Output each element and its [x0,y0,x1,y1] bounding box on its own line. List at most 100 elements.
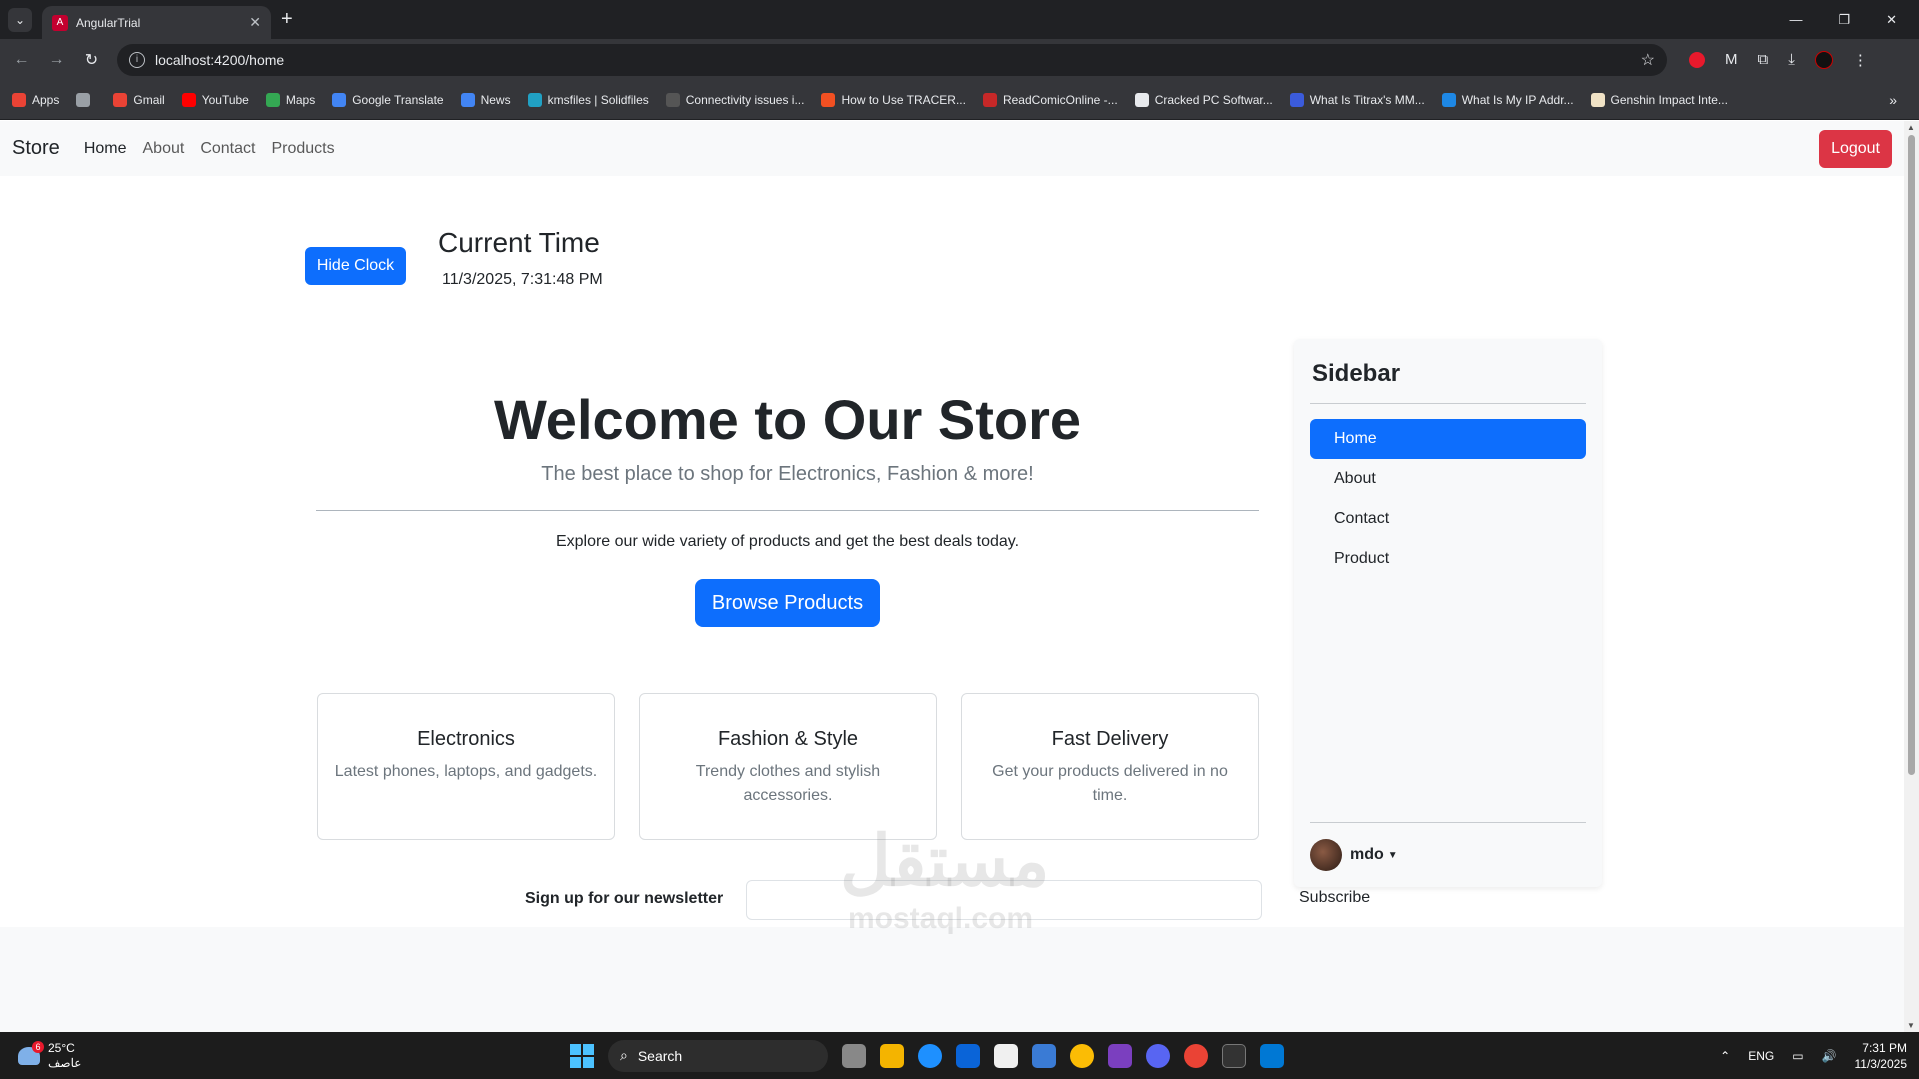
card-title: Fashion & Style [717,728,859,750]
discord-icon[interactable] [1146,1043,1170,1068]
nav-link-home[interactable]: Home [84,140,127,158]
taskbar-search[interactable]: ⌕ Search [608,1039,828,1072]
weather-wind-icon: 6 [18,1040,44,1065]
subscribe-button[interactable]: Subscribe [1299,889,1370,907]
bookmark-tracer[interactable]: How to Use TRACER... [821,92,966,107]
extension-red-icon[interactable] [1689,51,1705,68]
chrome-icon[interactable] [1070,1043,1094,1068]
card-title: Fast Delivery [1051,728,1169,750]
back-arrow-icon[interactable]: ← [4,51,39,69]
hero-description: Explore our wide variety of products and… [555,533,1020,551]
window-controls: — ❐ ✕ [1789,12,1919,28]
bookmark-label: News [480,92,511,107]
chrome-alt-icon[interactable] [1184,1043,1208,1068]
user-name: mdo [1350,846,1384,863]
bookmark-ip[interactable]: What Is My IP Addr... [1441,92,1574,107]
feature-card-delivery: Fast Delivery Get your products delivere… [961,693,1259,840]
forward-arrow-icon[interactable]: → [39,51,74,69]
photos-icon[interactable] [1032,1043,1056,1068]
globe-icon [1441,92,1456,107]
weather-temp: 25°C [48,1040,75,1055]
extensions-puzzle-icon[interactable]: ⧉ [1758,51,1769,68]
navbar-brand[interactable]: Store [12,137,60,160]
bookmark-maps[interactable]: Maps [265,92,316,107]
apps-grid-icon [12,92,26,107]
site-navbar: Store Home About Contact Products Logout [0,121,1904,176]
bookmark-star-icon[interactable]: ☆ [1641,50,1655,70]
bookmark-connectivity[interactable]: Connectivity issues i... [665,92,804,107]
page-icon [1134,92,1149,107]
nav-link-contact[interactable]: Contact [200,140,255,158]
bookmark-label: Google Translate [352,92,444,107]
sidebar-item-product[interactable]: Product [1310,539,1586,579]
scroll-up-icon[interactable]: ▲ [1907,123,1915,132]
scroll-down-icon[interactable]: ▼ [1907,1021,1915,1030]
profile-avatar-icon[interactable] [1814,50,1833,69]
visual-studio-icon[interactable] [1108,1043,1132,1068]
extension-m-icon[interactable]: M [1725,51,1738,68]
tab-search-chevron-icon[interactable]: ⌄ [8,7,32,32]
windows-start-icon[interactable] [570,1043,594,1068]
hide-clock-button[interactable]: Hide Clock [305,247,406,285]
m-letter-icon [1289,92,1304,107]
network-icon[interactable]: ▭ [1792,1049,1803,1063]
sidebar-divider [1310,403,1586,404]
edge-icon[interactable] [918,1043,942,1068]
minimize-icon[interactable]: — [1789,12,1802,28]
address-bar[interactable]: i localhost:4200/home ☆ [117,43,1667,76]
bookmark-label: What Is Titrax's MM... [1309,92,1425,107]
bookmark-cracked[interactable]: Cracked PC Softwar... [1134,92,1273,107]
downloads-icon[interactable]: ⤓ [1788,51,1795,68]
page-scrollbar[interactable]: ▲ ▼ [1904,121,1919,1032]
url-text[interactable]: localhost:4200/home [155,52,1641,68]
grid-icon [76,92,91,107]
bookmark-apps[interactable]: Apps [12,92,59,107]
sidebar-item-home[interactable]: Home [1310,419,1586,459]
browse-products-button[interactable]: Browse Products [694,579,881,628]
sidebar-user-dropdown[interactable]: mdo ▼ [1310,822,1586,871]
sidebar-item-about[interactable]: About [1310,459,1586,499]
taskbar-time: 7:31 PM [1862,1040,1907,1055]
language-indicator[interactable]: ENG [1748,1049,1774,1063]
bookmark-label: kmsfiles | Solidfiles [547,92,649,107]
outlook-icon[interactable] [956,1043,980,1068]
close-window-icon[interactable]: ✕ [1886,12,1897,28]
task-view-icon[interactable] [842,1043,866,1068]
tab-close-icon[interactable]: ✕ [249,14,261,31]
scrollbar-thumb[interactable] [1908,135,1915,775]
bookmark-grid[interactable] [76,92,96,107]
browser-toolbar: ← → ↻ i localhost:4200/home ☆ M ⧉ ⤓ ⋮ [0,39,1919,80]
sidebar-item-contact[interactable]: Contact [1310,499,1586,539]
bookmark-label: Maps [285,92,316,107]
nav-link-products[interactable]: Products [271,140,334,158]
ms-store-icon[interactable] [994,1043,1018,1068]
restore-icon[interactable]: ❐ [1838,12,1850,28]
menu-kebab-icon[interactable]: ⋮ [1853,51,1868,69]
bookmark-genshin[interactable]: Genshin Impact Inte... [1590,92,1728,107]
vscode-icon[interactable] [1260,1043,1284,1068]
bookmark-news[interactable]: News [460,92,511,107]
bookmark-kmsfiles[interactable]: kmsfiles | Solidfiles [527,92,649,107]
bookmark-readcomic[interactable]: ReadComicOnline -... [982,92,1118,107]
browser-tab-active[interactable]: A AngularTrial ✕ [42,6,271,39]
new-tab-plus-icon[interactable]: + [281,8,293,31]
bookmarks-overflow-icon[interactable]: » [1889,92,1897,108]
volume-icon[interactable]: 🔊 [1822,1049,1837,1063]
site-info-icon[interactable]: i [129,51,145,68]
hero-section: Welcome to Our Store The best place to s… [316,386,1259,628]
bookmark-translate[interactable]: Google Translate [332,92,444,107]
nav-link-about[interactable]: About [143,140,185,158]
bookmark-gmail[interactable]: Gmail [113,92,165,107]
weather-widget[interactable]: 6 25°C عاصف [18,1040,81,1071]
tray-chevron-up-icon[interactable]: ⌃ [1720,1049,1730,1063]
bookmark-youtube[interactable]: YouTube [181,92,249,107]
youtube-icon [181,92,196,107]
bookmark-titrax[interactable]: What Is Titrax's MM... [1289,92,1425,107]
file-explorer-icon[interactable] [880,1043,904,1068]
extensions-area: M ⧉ ⤓ ⋮ [1689,50,1868,69]
terminal-icon[interactable] [1222,1043,1246,1068]
logout-button[interactable]: Logout [1819,130,1892,168]
taskbar-clock[interactable]: 7:31 PM 11/3/2025 [1855,1040,1908,1072]
reload-icon[interactable]: ↻ [74,50,109,70]
search-icon: ⌕ [620,1047,628,1063]
